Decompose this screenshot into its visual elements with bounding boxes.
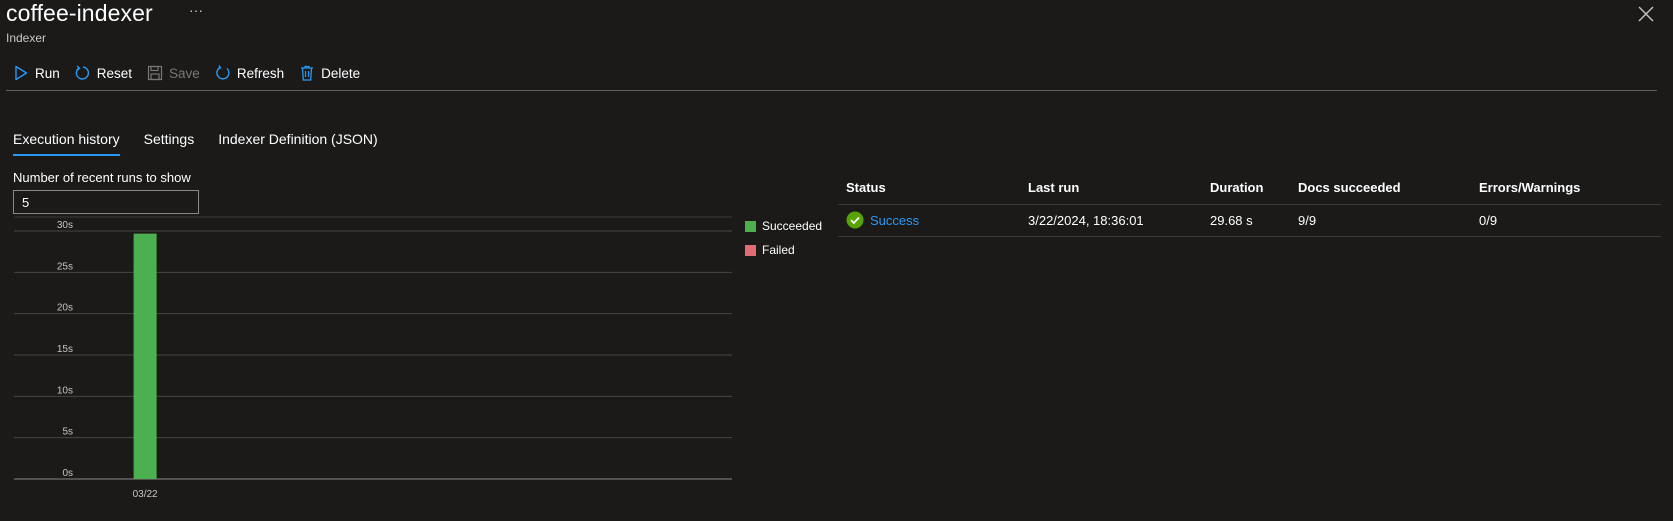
reset-label: Reset <box>96 65 133 81</box>
close-icon <box>1638 6 1654 22</box>
status-link[interactable]: Success <box>870 213 919 228</box>
page-title: coffee-indexer <box>6 0 153 26</box>
execution-chart: 0s 5s 10s 15s 20s 25s 30s 03/22 <box>14 216 732 500</box>
bar-succeeded <box>133 233 157 479</box>
save-button[interactable]: Save <box>147 65 200 81</box>
column-header-errors-warnings[interactable]: Errors/Warnings <box>1471 175 1661 205</box>
column-header-docs-succeeded[interactable]: Docs succeeded <box>1290 175 1471 205</box>
legend-swatch-failed <box>745 244 756 256</box>
tab-execution-history[interactable]: Execution history <box>13 131 120 156</box>
x-tick-label: 03/22 <box>133 489 158 500</box>
save-icon <box>147 65 163 81</box>
legend-item-failed: Failed <box>745 243 822 257</box>
y-tick-label: 10s <box>57 385 73 396</box>
reset-button[interactable]: Reset <box>75 65 132 81</box>
delete-button[interactable]: Delete <box>299 65 360 81</box>
tab-bar: Execution history Settings Indexer Defin… <box>13 131 402 156</box>
tab-settings[interactable]: Settings <box>144 131 195 156</box>
docs-succeeded-cell: 9/9 <box>1290 204 1471 237</box>
y-tick-label: 20s <box>57 303 73 314</box>
column-header-last-run[interactable]: Last run <box>1020 175 1202 205</box>
runs-count-label: Number of recent runs to show <box>13 170 191 185</box>
y-tick-label: 15s <box>57 344 73 355</box>
errors-warnings-cell: 0/9 <box>1471 204 1661 237</box>
save-label: Save <box>169 65 200 81</box>
play-icon <box>15 65 28 81</box>
toolbar-divider <box>6 90 1657 91</box>
legend-label-failed: Failed <box>762 243 795 257</box>
check-circle-icon <box>846 211 864 229</box>
legend-item-succeeded: Succeeded <box>745 219 822 233</box>
legend-swatch-succeeded <box>745 220 756 232</box>
last-run-cell: 3/22/2024, 18:36:01 <box>1020 204 1202 237</box>
y-tick-label: 25s <box>57 261 73 272</box>
status-cell: Success <box>838 204 1020 237</box>
delete-label: Delete <box>321 65 361 81</box>
chart-legend: Succeeded Failed <box>745 219 822 267</box>
page-subtitle: Indexer <box>6 31 47 45</box>
refresh-icon <box>216 65 230 80</box>
run-label: Run <box>35 65 60 81</box>
execution-history-table: Status Last run Duration Docs succeeded … <box>838 175 1661 237</box>
refresh-label: Refresh <box>236 65 285 81</box>
y-tick-label: 0s <box>62 468 73 479</box>
close-button[interactable] <box>1636 4 1656 24</box>
more-options-button[interactable]: ··· <box>189 2 203 18</box>
column-header-duration[interactable]: Duration <box>1202 175 1290 205</box>
run-button[interactable]: Run <box>13 65 60 81</box>
reset-icon <box>75 65 89 80</box>
y-tick-label: 5s <box>62 427 73 438</box>
tab-indexer-definition[interactable]: Indexer Definition (JSON) <box>218 131 378 156</box>
table-header-row: Status Last run Duration Docs succeeded … <box>838 175 1661 205</box>
trash-icon <box>301 65 314 81</box>
duration-cell: 29.68 s <box>1202 204 1290 237</box>
column-header-status[interactable]: Status <box>838 175 1020 205</box>
legend-label-succeeded: Succeeded <box>762 219 823 233</box>
table-row[interactable]: Success 3/22/2024, 18:36:01 29.68 s 9/9 … <box>838 204 1661 237</box>
command-bar: Run Reset Save Refresh Delete <box>13 61 375 85</box>
refresh-button[interactable]: Refresh <box>215 65 284 81</box>
y-tick-label: 30s <box>57 220 73 231</box>
